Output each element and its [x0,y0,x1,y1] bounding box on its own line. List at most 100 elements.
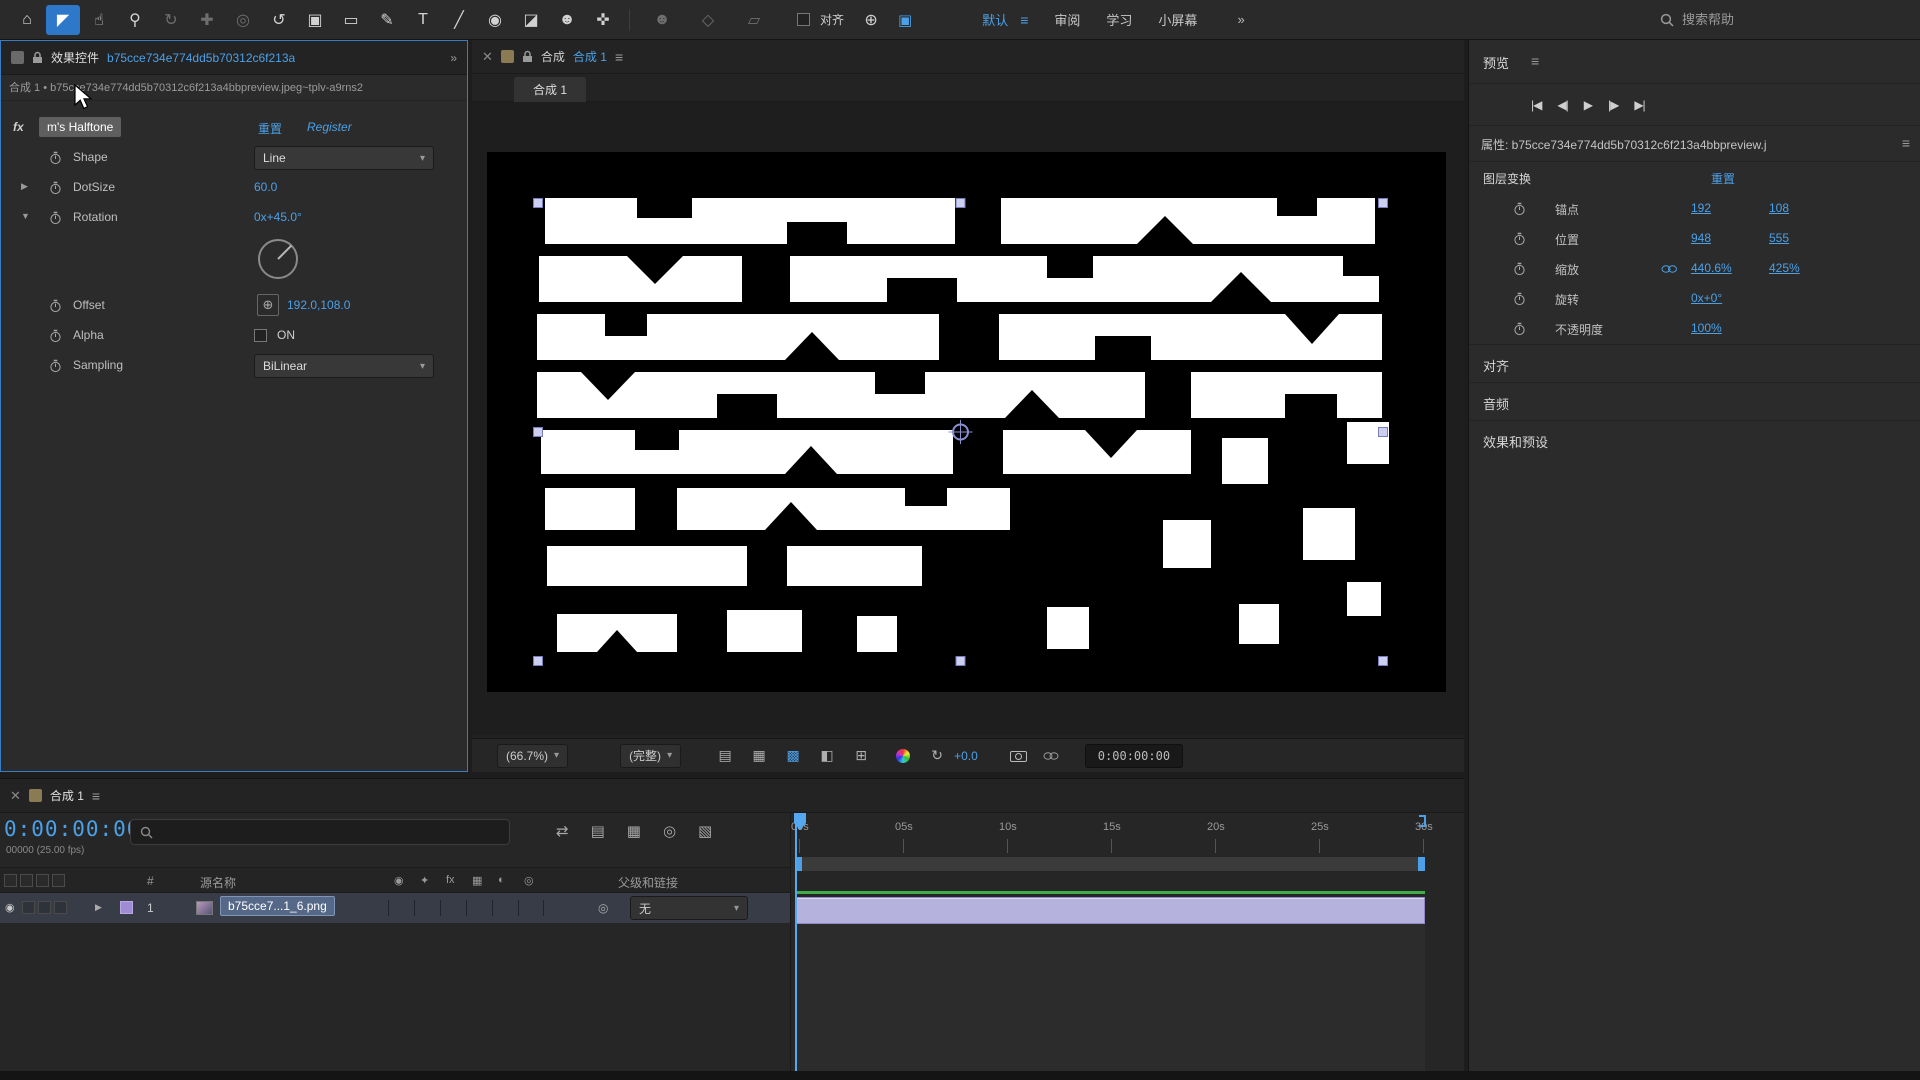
layer-label-color[interactable] [120,901,133,914]
close-icon[interactable]: ✕ [482,49,493,65]
snapshot-camera-icon[interactable] [1010,749,1027,762]
reset-exposure-icon[interactable]: ↻ [926,747,948,764]
region-of-interest-icon[interactable]: ▣ [898,11,912,29]
solo-toggle[interactable] [38,901,51,914]
orbit-camera-tool-icon[interactable]: ↻ [154,5,188,35]
transform-value[interactable]: 0x+0° [1691,291,1722,305]
parent-dropdown[interactable]: 无▾ [630,896,748,920]
shy-switch[interactable] [388,900,414,916]
expander-icon[interactable]: ▼ [21,211,30,221]
offset-value[interactable]: 192.0,108.0 [287,298,350,312]
go-to-end-button[interactable]: ▶| [1634,98,1644,112]
shape-mode-icon[interactable]: ◇ [691,5,725,35]
timeline-tool-icon-3[interactable]: ▦ [627,822,641,840]
effect-register-link[interactable]: Register [307,120,352,134]
composition-viewport[interactable] [472,102,1464,735]
work-area-end-handle[interactable] [1418,857,1425,871]
magnet-icon[interactable]: ⊕ [854,5,888,35]
rotation-value[interactable]: 0x+45.0° [254,210,302,224]
stopwatch-icon[interactable] [1513,202,1526,216]
close-icon[interactable]: ✕ [10,788,21,804]
magnification-dropdown[interactable]: (66.7%)▾ [497,744,568,768]
stopwatch-icon[interactable] [49,151,62,165]
effect-name[interactable]: m's Halftone [39,117,121,137]
mask-visibility-icon[interactable]: ▦ [748,747,770,764]
pan-camera-tool-icon[interactable]: ✚ [190,5,224,35]
lock-toggle[interactable] [54,901,67,914]
hand-tool-icon[interactable]: ☝ [82,5,116,35]
current-time-indicator[interactable] [795,813,797,1072]
workspace-menu-icon[interactable]: ≡ [1020,12,1028,28]
transparency-grid-icon[interactable]: ▩ [782,747,804,764]
section-header-对齐[interactable]: 对齐 [1469,344,1920,382]
section-header-效果和预设[interactable]: 效果和预设 [1469,420,1920,458]
work-area-bar[interactable] [795,857,1425,871]
help-search-input[interactable] [1682,12,1882,27]
shape-dropdown[interactable]: Line▾ [254,146,434,170]
view-layout-icon[interactable]: ⊞ [850,747,872,764]
alpha-checkbox[interactable] [254,329,267,342]
type-tool-icon[interactable]: T [406,5,440,35]
zoom-tool-icon[interactable]: ⚲ [118,5,152,35]
collapse-switch[interactable] [414,900,440,916]
adjustment-switch[interactable] [492,900,518,916]
panel-menu-icon[interactable]: ≡ [615,49,623,65]
transform-reset-link[interactable]: 重置 [1711,170,1735,187]
fx-switch[interactable] [440,900,466,916]
eraser-tool-icon[interactable]: ◪ [514,5,548,35]
sampling-dropdown[interactable]: BiLinear▾ [254,354,434,378]
transform-value[interactable]: 192 [1691,201,1711,215]
brush-tool-icon[interactable]: ╱ [442,5,476,35]
panel-tab-filename[interactable]: b75cce734e774dd5b70312c6f213a [107,51,295,65]
panel-type-label[interactable]: 合成 [541,48,565,65]
mask-mode-icon[interactable]: ☻ [645,5,679,35]
timeline-search[interactable] [130,819,510,845]
layer-row[interactable]: ◉ ▶ 1 b75cce7...1_6.png ◎ 无▾ [0,893,790,923]
next-frame-button[interactable]: |▶ [1608,98,1618,112]
effect-reset-link[interactable]: 重置 [258,120,282,137]
timeline-ruler-area[interactable]: 00s05s10s15s20s25s30s [790,813,1464,1072]
panel-tab-title[interactable]: 效果控件 [51,49,99,66]
transform-value[interactable]: 108 [1769,201,1789,215]
dotsize-value[interactable]: 60.0 [254,180,277,194]
exposure-value[interactable]: +0.0 [954,749,978,763]
section-header-音频[interactable]: 音频 [1469,382,1920,420]
layer-visibility-icon[interactable]: ◉ [5,901,15,914]
current-time-field[interactable]: 0:00:00:00 [4,817,140,841]
workspace-overflow-icon[interactable]: » [1237,12,1244,27]
stopwatch-icon[interactable] [49,329,62,343]
expander-icon[interactable]: ▶ [21,181,28,192]
layer-name[interactable]: b75cce7...1_6.png [220,896,335,916]
transform-value[interactable]: 425% [1769,261,1800,275]
transform-value[interactable]: 948 [1691,231,1711,245]
viewer-tab-comp1[interactable]: 合成 1 [514,77,586,102]
timeline-tab-name[interactable]: 合成 1 [50,787,84,804]
timeline-tool-icon-5[interactable]: ▧ [698,822,712,840]
transform-value[interactable]: 100% [1691,321,1722,335]
composition-tab-name[interactable]: 合成 1 [573,48,607,65]
lasso-mode-icon[interactable]: ▱ [737,5,771,35]
stopwatch-icon[interactable] [49,181,62,195]
shape-tool-icon[interactable]: ▭ [334,5,368,35]
stopwatch-icon[interactable] [1513,292,1526,306]
go-to-start-button[interactable]: |◀ [1531,98,1541,112]
layer-duration-bar[interactable] [795,897,1425,924]
clone-stamp-tool-icon[interactable]: ◉ [478,5,512,35]
stopwatch-icon[interactable] [1513,232,1526,246]
anchor-target-icon[interactable]: ⊕ [257,294,279,316]
stopwatch-icon[interactable] [49,359,62,373]
workspace-tab-2[interactable]: 审阅 [1054,10,1080,29]
show-snapshot-icon[interactable] [1043,751,1059,761]
play-button[interactable]: ▶ [1584,98,1592,112]
resolution-dropdown[interactable]: (完整)▾ [620,744,681,768]
previous-frame-button[interactable]: ◀| [1557,98,1567,112]
panel-grip-icon[interactable] [11,51,24,64]
lock-icon[interactable] [32,51,43,64]
rotation-dial[interactable] [1,233,467,291]
selection-tool-icon[interactable]: ◤ [46,5,80,35]
current-time-display[interactable]: 0:00:00:00 [1085,744,1183,768]
link-chain-icon[interactable] [1661,264,1678,274]
guides-icon[interactable]: ◧ [816,747,838,764]
rotation-tool-icon[interactable]: ↺ [262,5,296,35]
threed-switch[interactable] [518,900,544,916]
